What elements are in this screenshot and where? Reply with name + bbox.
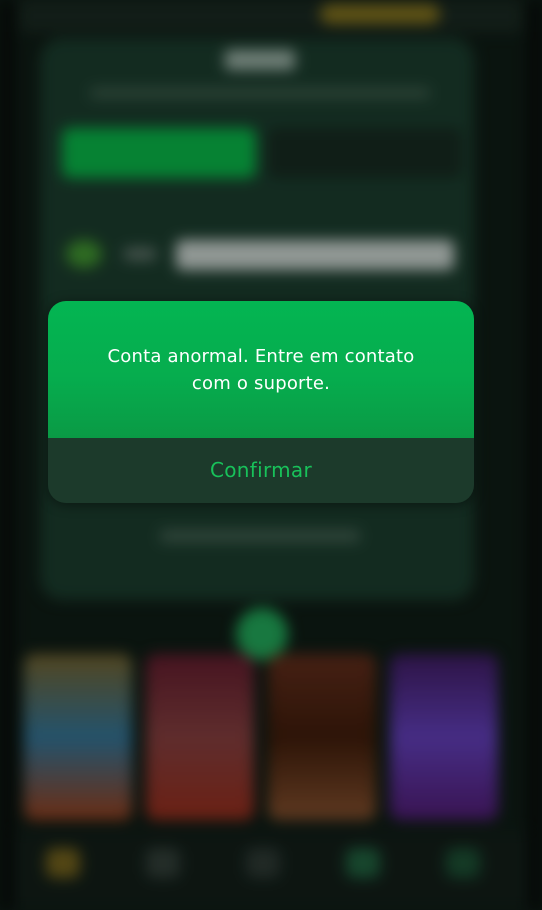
alert-dialog-body: Conta anormal. Entre em contato com o su… <box>48 301 474 438</box>
confirm-button-label: Confirmar <box>209 458 312 482</box>
confirm-button[interactable]: Confirmar <box>48 438 474 503</box>
alert-dialog: Conta anormal. Entre em contato com o su… <box>48 301 474 503</box>
screen: Conta anormal. Entre em contato com o su… <box>0 0 542 910</box>
alert-message: Conta anormal. Entre em contato com o su… <box>107 346 415 394</box>
